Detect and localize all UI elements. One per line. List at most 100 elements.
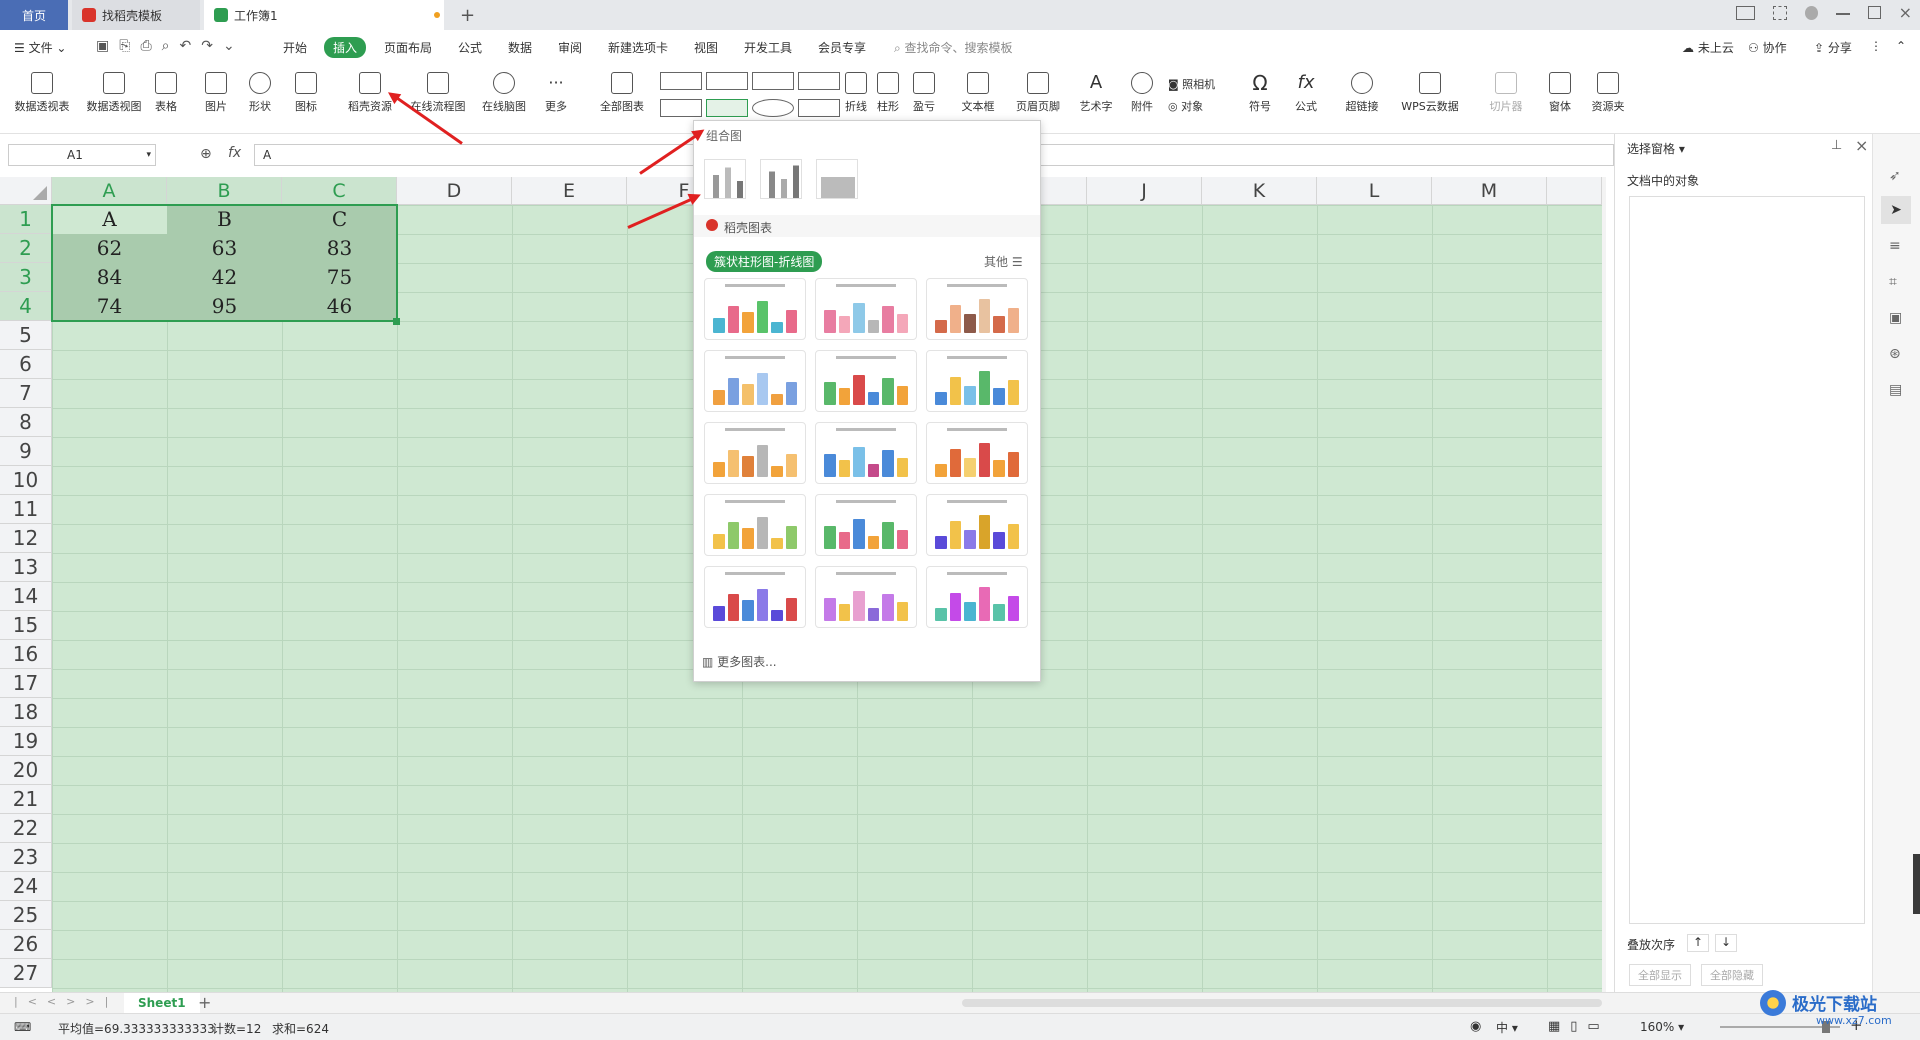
- maximize-icon[interactable]: [1867, 6, 1881, 19]
- row-header-7[interactable]: 7: [0, 379, 52, 408]
- camera-button[interactable]: ◙ 照相机: [1168, 74, 1215, 96]
- column-header-e[interactable]: E: [512, 177, 627, 205]
- cell-c3[interactable]: 75: [282, 263, 397, 292]
- menu-home[interactable]: 开始: [283, 39, 307, 56]
- row-header-15[interactable]: 15: [0, 611, 52, 640]
- bar-chart-icon[interactable]: [706, 72, 748, 90]
- bring-forward-button[interactable]: ↑: [1687, 934, 1709, 952]
- resource-folder-button[interactable]: 资源夹: [1578, 72, 1638, 114]
- close-icon[interactable]: ×: [1899, 5, 1912, 24]
- area-chart-icon[interactable]: [660, 99, 702, 117]
- combo-chart-option-3[interactable]: [816, 159, 858, 199]
- cell-c4[interactable]: 46: [282, 292, 397, 321]
- apps-icon[interactable]: [1773, 6, 1787, 20]
- row-header-25[interactable]: 25: [0, 901, 52, 930]
- row-header-20[interactable]: 20: [0, 756, 52, 785]
- column-header-m[interactable]: M: [1432, 177, 1547, 205]
- insert-function-button[interactable]: fx: [228, 145, 241, 161]
- macro-icon[interactable]: ⌨: [14, 1020, 31, 1034]
- pivot-table-button[interactable]: 数据透视表: [12, 72, 72, 114]
- column-header-k[interactable]: K: [1202, 177, 1317, 205]
- row-header-2[interactable]: 2: [0, 234, 52, 263]
- cell-b4[interactable]: 95: [167, 292, 282, 321]
- row-header-23[interactable]: 23: [0, 843, 52, 872]
- cell-a3[interactable]: 84: [52, 263, 167, 292]
- select-pointer-icon[interactable]: ➤: [1881, 196, 1911, 224]
- chart-template-thumbnail[interactable]: [815, 566, 917, 628]
- row-header-1[interactable]: 1: [0, 205, 52, 234]
- location-icon[interactable]: ⊛: [1889, 346, 1901, 362]
- sheet-nav-arrows[interactable]: |<<>>|: [14, 995, 118, 1008]
- menu-developer[interactable]: 开发工具: [744, 39, 792, 56]
- sliders-icon[interactable]: ≡: [1889, 238, 1901, 254]
- row-header-5[interactable]: 5: [0, 321, 52, 350]
- chart-template-thumbnail[interactable]: [926, 278, 1028, 340]
- cell-b2[interactable]: 63: [167, 234, 282, 263]
- command-search[interactable]: ⌕ 查找命令、搜索模板: [894, 39, 1013, 56]
- menu-view[interactable]: 视图: [694, 39, 718, 56]
- row-header-22[interactable]: 22: [0, 814, 52, 843]
- chart-template-thumbnail[interactable]: [815, 350, 917, 412]
- other-menu[interactable]: 其他 ☰: [984, 253, 1023, 270]
- row-header-3[interactable]: 3: [0, 263, 52, 292]
- sparkline-winloss-button[interactable]: 盈亏: [894, 72, 954, 114]
- cloud-button[interactable]: ☁ 未上云: [1682, 39, 1734, 56]
- collapse-ribbon-icon[interactable]: ⌃: [1896, 39, 1906, 53]
- chart-template-thumbnail[interactable]: [815, 422, 917, 484]
- hyperlink-button[interactable]: 超链接: [1332, 72, 1392, 114]
- column-header-l[interactable]: L: [1317, 177, 1432, 205]
- chart-template-thumbnail[interactable]: [704, 350, 806, 412]
- combo-chart-option-2[interactable]: [760, 159, 802, 199]
- zoom-level[interactable]: 160% ▾: [1640, 1020, 1684, 1034]
- collab-button[interactable]: ⚇ 协作: [1748, 39, 1787, 56]
- preview-icon[interactable]: ⌕: [162, 38, 170, 54]
- show-all-button[interactable]: 全部显示: [1629, 964, 1691, 986]
- menu-new-tab[interactable]: 新建选项卡: [608, 39, 668, 56]
- print-icon[interactable]: ⎙: [140, 38, 151, 54]
- row-header-13[interactable]: 13: [0, 553, 52, 582]
- row-header-14[interactable]: 14: [0, 582, 52, 611]
- pie-chart-icon[interactable]: [752, 99, 794, 117]
- column-header-j[interactable]: J: [1087, 177, 1202, 205]
- minimize-icon[interactable]: [1836, 13, 1850, 15]
- row-header-21[interactable]: 21: [0, 785, 52, 814]
- image-icon[interactable]: ▣: [1889, 310, 1902, 326]
- column-header-b[interactable]: B: [167, 177, 282, 205]
- row-header-6[interactable]: 6: [0, 350, 52, 379]
- edge-handle[interactable]: [1913, 854, 1920, 914]
- redo-icon[interactable]: ↷: [201, 38, 213, 54]
- chevron-down-icon[interactable]: ⌄: [223, 38, 235, 54]
- map-icon[interactable]: ▤: [1889, 382, 1902, 398]
- menu-page-layout[interactable]: 页面布局: [384, 39, 432, 56]
- export-icon[interactable]: ⎘: [119, 38, 130, 54]
- rocket-icon[interactable]: ➶: [1889, 168, 1901, 184]
- crop-icon[interactable]: ⌗: [1889, 274, 1897, 290]
- row-header-4[interactable]: 4: [0, 292, 52, 321]
- chart-template-thumbnail[interactable]: [704, 278, 806, 340]
- row-header-11[interactable]: 11: [0, 495, 52, 524]
- object-button[interactable]: ◎ 对象: [1168, 96, 1215, 118]
- file-menu[interactable]: ☰ 文件 ⌄: [14, 39, 66, 56]
- save-icon[interactable]: ▣: [96, 38, 109, 54]
- more-icon[interactable]: ⋮: [1870, 39, 1882, 53]
- close-icon[interactable]: ×: [1855, 136, 1868, 155]
- row-header-19[interactable]: 19: [0, 727, 52, 756]
- name-box[interactable]: A1 ▾: [8, 144, 156, 166]
- wps-cloud-data-button[interactable]: WPS云数据: [1394, 72, 1466, 114]
- column-header-c[interactable]: C: [282, 177, 397, 205]
- row-header-16[interactable]: 16: [0, 640, 52, 669]
- row-header-18[interactable]: 18: [0, 698, 52, 727]
- chart-template-thumbnail[interactable]: [815, 494, 917, 556]
- cell-b3[interactable]: 42: [167, 263, 282, 292]
- cell-c1[interactable]: C: [282, 205, 397, 234]
- zoom-in-icon[interactable]: ⊕: [200, 146, 212, 162]
- combo-chart-icon[interactable]: [706, 99, 748, 117]
- vertical-scrollbar[interactable]: [1602, 177, 1606, 992]
- category-pill[interactable]: 簇状柱形图-折线图: [706, 251, 823, 272]
- hide-all-button[interactable]: 全部隐藏: [1701, 964, 1763, 986]
- cell-c2[interactable]: 83: [282, 234, 397, 263]
- view-mode-icons[interactable]: ▦▯▭: [1548, 1019, 1610, 1034]
- chart-template-thumbnail[interactable]: [926, 422, 1028, 484]
- more-button[interactable]: ··· 更多: [526, 72, 586, 114]
- chart-template-thumbnail[interactable]: [926, 566, 1028, 628]
